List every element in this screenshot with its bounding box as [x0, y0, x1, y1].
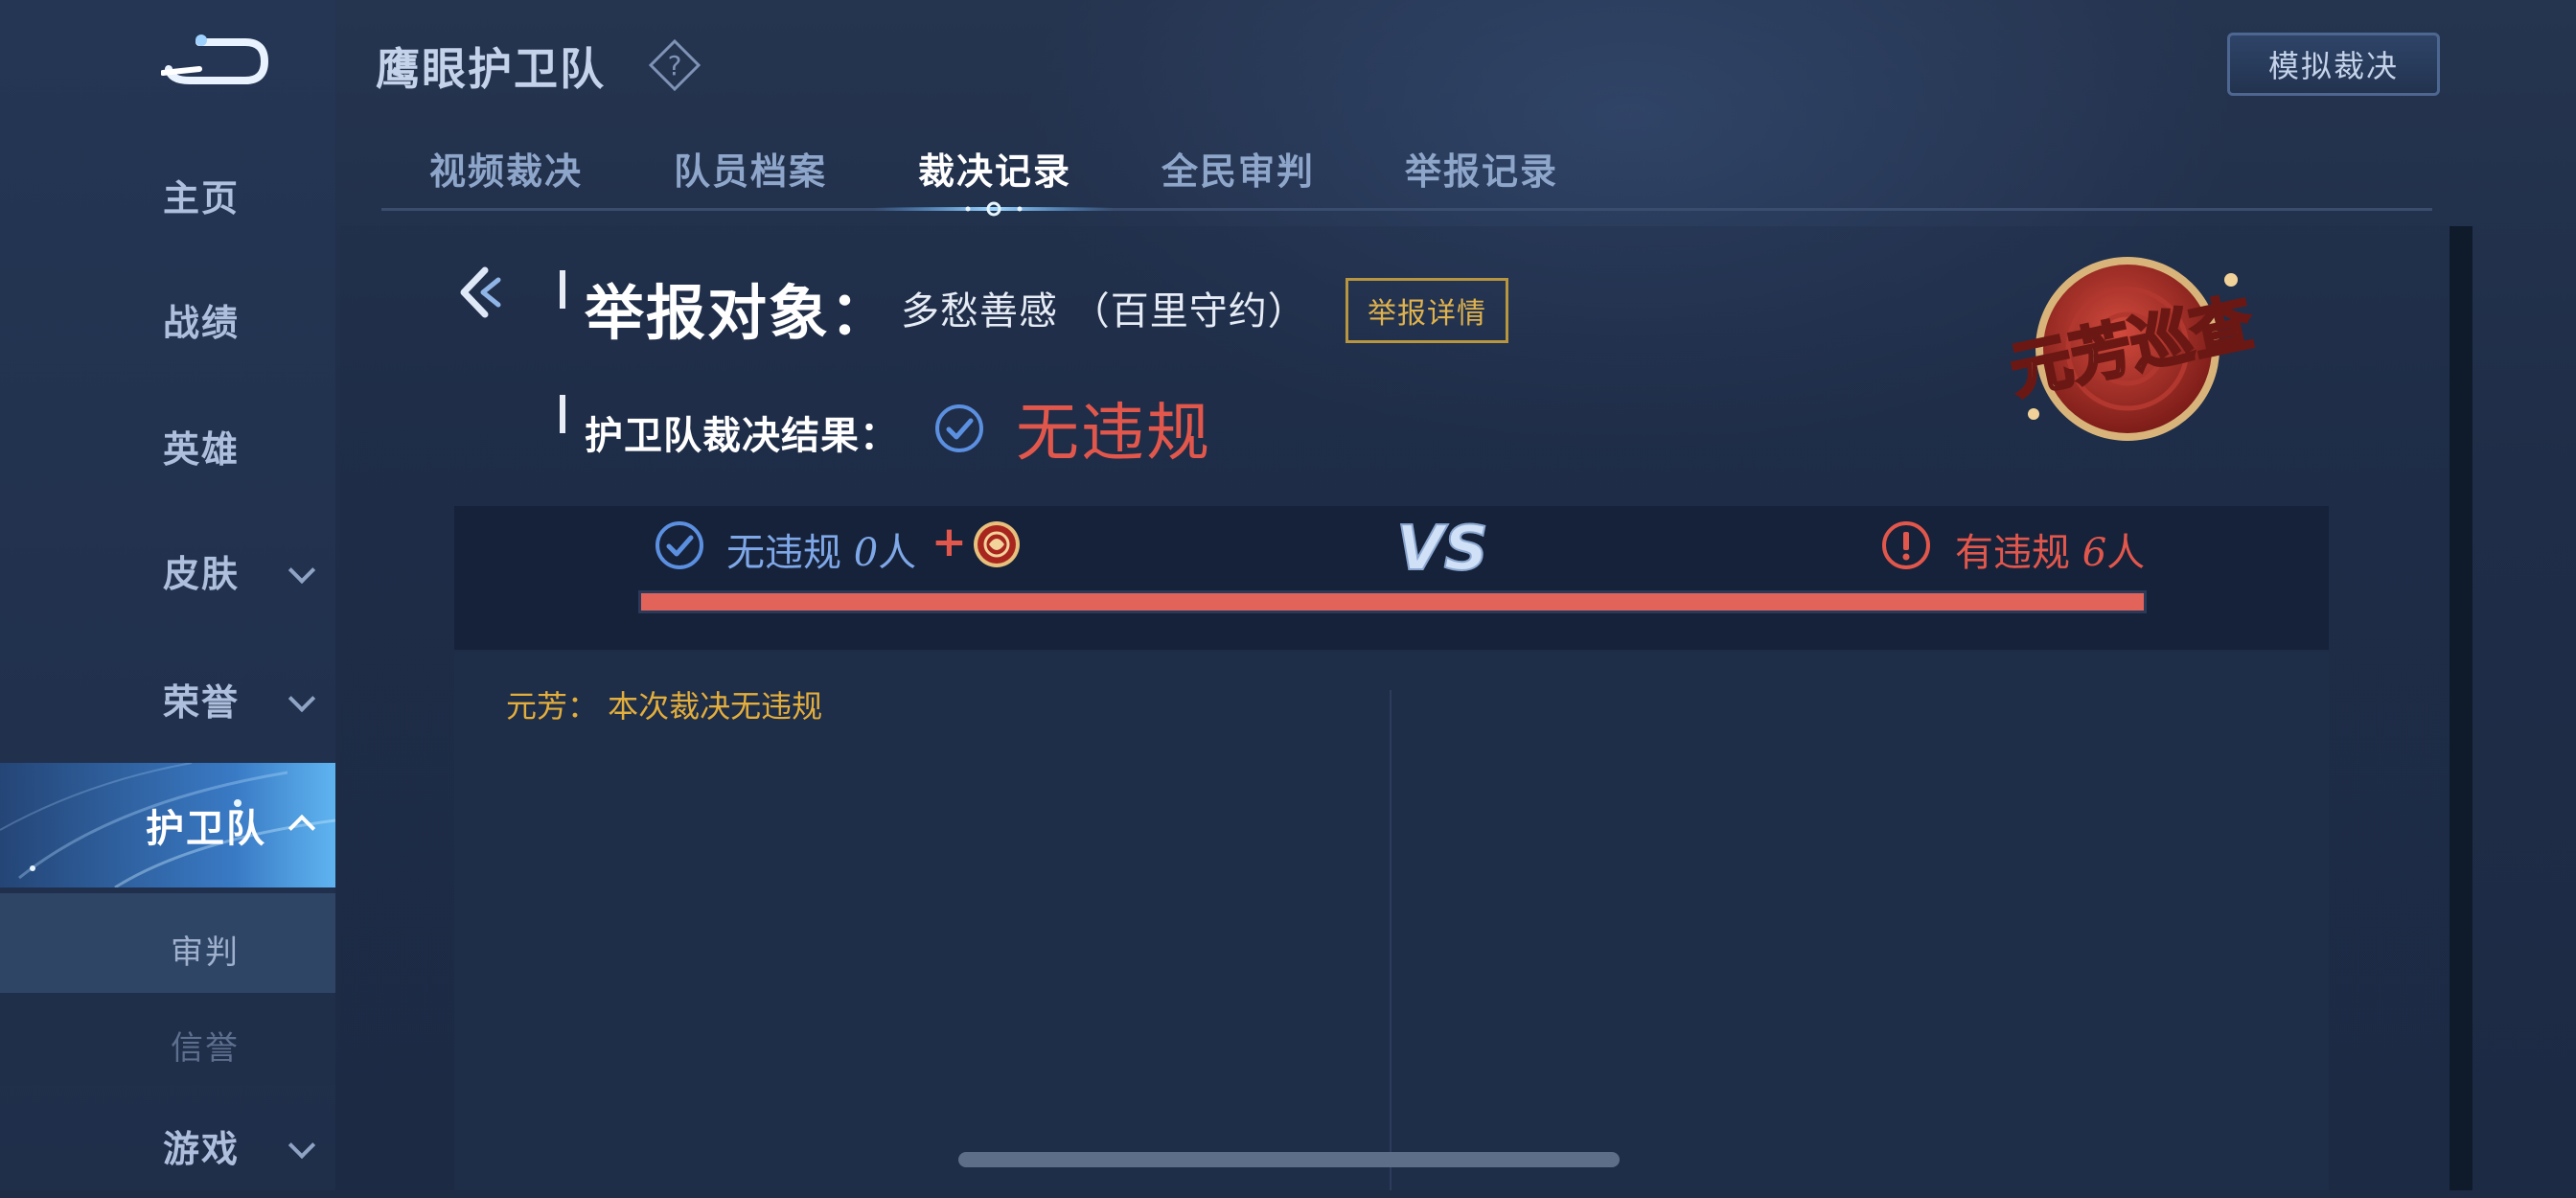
- home-indicator-bar[interactable]: [958, 1152, 1620, 1167]
- tab-verdict-records[interactable]: 裁决记录: [918, 142, 1071, 195]
- sidebar-item-label: 审判: [171, 933, 240, 972]
- sidebar-item-label: 主页: [163, 176, 241, 219]
- simulate-verdict-button[interactable]: 模拟裁决: [2227, 33, 2440, 96]
- back-return-icon[interactable]: [161, 31, 270, 90]
- sidebar-item-heroes[interactable]: 英雄: [0, 393, 335, 498]
- sidebar-item-label: 护卫队: [146, 807, 266, 851]
- violation-ratio-fill: [641, 593, 2144, 611]
- violation-vote-count: 有违规 6人: [1955, 521, 2145, 577]
- sidebar-item-label: 游戏: [163, 1127, 241, 1170]
- plus-sign: +: [932, 518, 967, 566]
- sidebar-subitem-credit[interactable]: 信誉: [0, 993, 335, 1085]
- question-diamond-icon[interactable]: ?: [648, 38, 702, 92]
- report-target-label: 举报对象：: [585, 278, 892, 348]
- tab-report-records[interactable]: 举报记录: [1405, 142, 1558, 195]
- sidebar-item-label: 信誉: [171, 1029, 240, 1068]
- sidebar-item-label: 荣誉: [163, 680, 241, 724]
- sidebar-item-label: 英雄: [163, 427, 241, 471]
- check-circle-icon: [656, 521, 703, 569]
- violation-count: 6: [2082, 531, 2107, 575]
- verdict-result-value: 无违规: [1016, 396, 1211, 470]
- section-marker: [560, 395, 565, 433]
- sidebar: 主页 战绩 英雄 皮肤 荣誉 护卫队 审判 信誉 游戏: [0, 0, 335, 1190]
- panel-edge: [2450, 226, 2472, 1190]
- no-violation-count: 0: [853, 531, 879, 575]
- report-target-name: 多愁善感 （百里守约）: [901, 289, 1307, 334]
- no-violation-unit: 人: [878, 531, 917, 575]
- no-violation-label: 无违规: [726, 531, 854, 575]
- sidebar-item-skins[interactable]: 皮肤: [0, 518, 335, 623]
- sidebar-item-label: 皮肤: [163, 552, 241, 595]
- yuanfang-token-icon: [974, 521, 1020, 567]
- vote-ratio-bar: [638, 590, 2147, 613]
- versus-icon: VS: [1395, 514, 1489, 583]
- yuanfang-comment: 元芳： 本次裁决无违规: [506, 688, 823, 725]
- sidebar-item-guard-team[interactable]: 护卫队: [0, 763, 335, 887]
- sidebar-item-records[interactable]: 战绩: [0, 266, 335, 372]
- exclamation-circle-icon: [1882, 521, 1930, 569]
- sidebar-item-home[interactable]: 主页: [0, 142, 335, 247]
- svg-text:?: ?: [668, 50, 682, 81]
- check-circle-icon: [935, 404, 983, 452]
- violation-label: 有违规: [1955, 531, 2082, 575]
- comment-divider: [1390, 690, 1392, 1190]
- verdict-result-label: 护卫队裁决结果：: [585, 414, 899, 458]
- tab-video-verdict[interactable]: 视频裁决: [429, 142, 583, 195]
- sidebar-subitem-trial[interactable]: 审判: [0, 893, 335, 993]
- violation-unit: 人: [2106, 531, 2146, 575]
- sidebar-item-game[interactable]: 游戏: [0, 1093, 335, 1198]
- back-arrow-icon[interactable]: [450, 259, 508, 326]
- sidebar-item-honor[interactable]: 荣誉: [0, 646, 335, 751]
- report-detail-button[interactable]: 举报详情: [1346, 278, 1508, 343]
- page-title: 鹰眼护卫队: [376, 43, 606, 95]
- comment-area: [454, 652, 2329, 1190]
- tab-public-trial[interactable]: 全民审判: [1162, 142, 1315, 195]
- yuanfang-patrol-badge: 元芳巡查: [2003, 257, 2261, 441]
- section-marker: [560, 270, 565, 309]
- active-tab-indicator: [874, 201, 1114, 217]
- tab-member-profile[interactable]: 队员档案: [674, 142, 827, 195]
- chevron-down-icon: [288, 684, 316, 713]
- chevron-down-icon: [288, 1131, 316, 1160]
- sidebar-item-label: 战绩: [163, 301, 241, 344]
- no-violation-vote-count: 无违规 0人: [726, 521, 916, 577]
- tab-divider: [381, 208, 2432, 211]
- chevron-down-icon: [288, 556, 316, 585]
- svg-text:VS: VS: [1396, 514, 1488, 583]
